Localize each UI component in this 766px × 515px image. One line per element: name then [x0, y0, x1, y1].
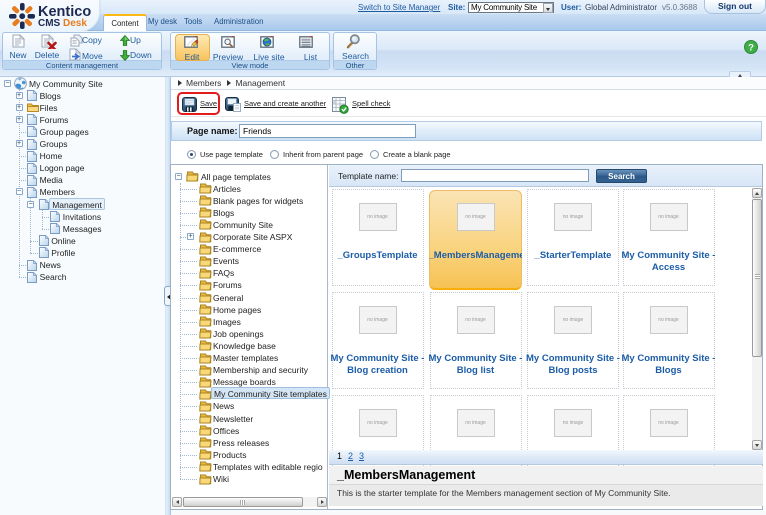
svg-text:?: ?: [748, 43, 754, 54]
